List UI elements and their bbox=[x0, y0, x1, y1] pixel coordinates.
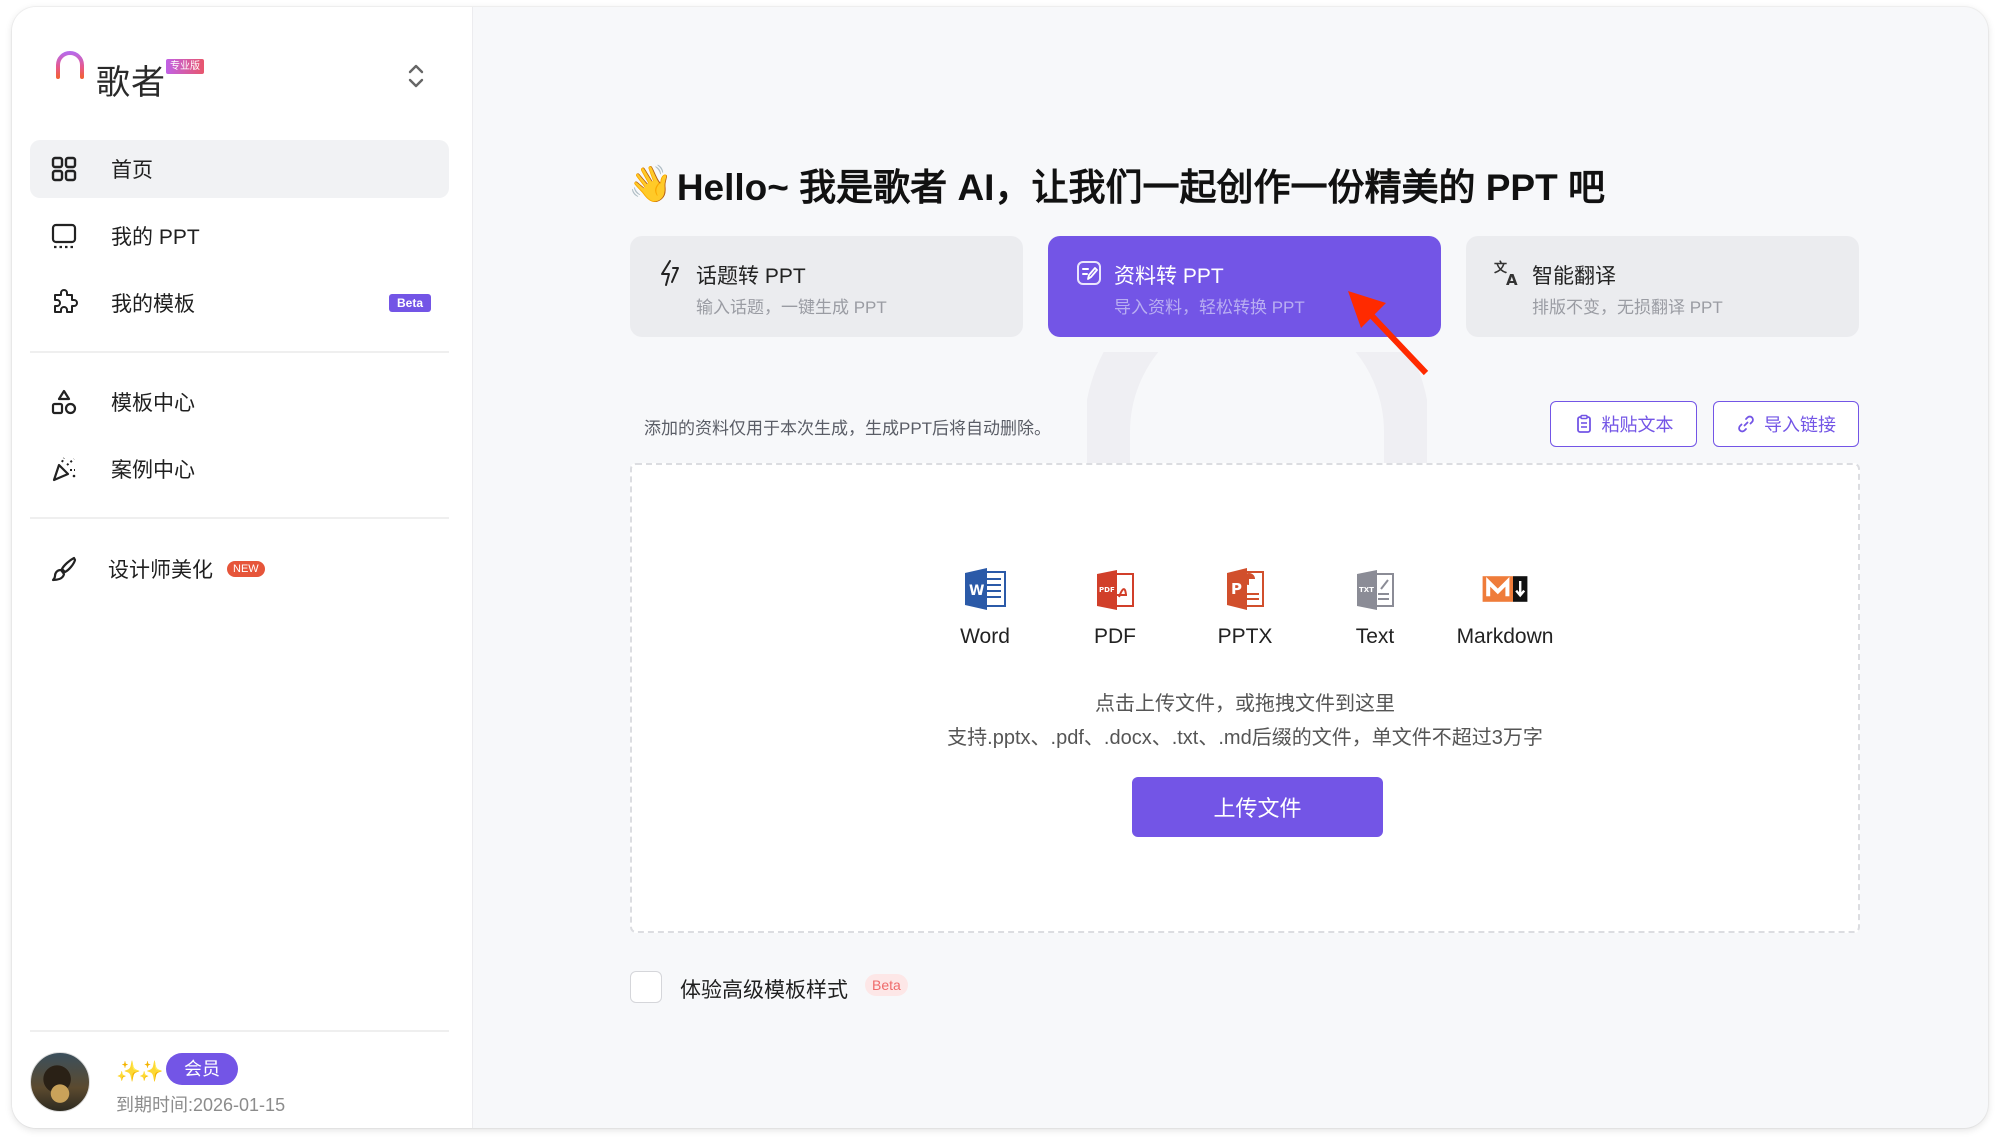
waving-hand-icon: 👋 bbox=[628, 163, 673, 204]
app-window: 歌者 专业版 首页 我的 PPT 我的模板 Beta 模板中心 案例中心 设计师… bbox=[12, 7, 1988, 1128]
svg-text:TXT: TXT bbox=[1359, 586, 1374, 594]
party-popper-icon bbox=[52, 457, 76, 482]
page-title: 👋 Hello~ 我是歌者 AI，让我们一起创作一份精美的 PPT 吧 bbox=[628, 157, 1605, 211]
mode-card-subtitle: 输入话题，一键生成 PPT bbox=[696, 298, 887, 317]
sidebar-item-my-templates[interactable]: 我的模板 Beta bbox=[30, 274, 449, 332]
pptx-file-icon: P bbox=[1227, 568, 1264, 610]
sidebar-item-my-ppt[interactable]: 我的 PPT bbox=[30, 207, 449, 265]
link-icon bbox=[1738, 415, 1754, 433]
lightning-icon bbox=[661, 260, 679, 286]
clipboard-icon bbox=[1576, 414, 1591, 433]
membership-badge[interactable]: 会员 bbox=[166, 1053, 238, 1085]
page-title-text: Hello~ 我是歌者 AI，让我们一起创作一份精美的 PPT 吧 bbox=[676, 167, 1605, 208]
sidebar: 歌者 专业版 首页 我的 PPT 我的模板 Beta 模板中心 案例中心 设计师… bbox=[12, 7, 473, 1128]
logo-mark-icon bbox=[50, 51, 90, 101]
sidebar-item-label: 我的 PPT bbox=[111, 226, 200, 249]
mode-card-subtitle: 排版不变，无损翻译 PPT bbox=[1532, 298, 1723, 317]
file-dropzone[interactable]: W Word PDF PDF P PPTX TXT Text Markdown … bbox=[630, 463, 1860, 933]
svg-text:PDF: PDF bbox=[1099, 586, 1115, 594]
svg-text:W: W bbox=[969, 583, 984, 599]
new-badge: NEW bbox=[227, 561, 265, 577]
user-profile[interactable]: ✨✨ 会员 到期时间:2026-01-15 bbox=[30, 1047, 460, 1117]
sparkles-icon: ✨✨ bbox=[116, 1061, 164, 1083]
sidebar-divider bbox=[30, 1030, 449, 1032]
upload-file-button[interactable]: 上传文件 bbox=[1132, 777, 1383, 837]
mode-card-topic-to-ppt[interactable]: 话题转 PPT 输入话题，一键生成 PPT bbox=[630, 236, 1023, 337]
word-file-icon: W bbox=[965, 568, 1006, 610]
advanced-template-label[interactable]: 体验高级模板样式 bbox=[680, 974, 848, 1004]
avatar[interactable] bbox=[30, 1052, 90, 1112]
sidebar-item-label: 设计师美化 bbox=[108, 559, 213, 582]
format-label: Text bbox=[1355, 625, 1395, 648]
sidebar-item-home[interactable]: 首页 bbox=[30, 140, 449, 198]
sidebar-item-label: 模板中心 bbox=[111, 392, 195, 415]
dropzone-hint: 点击上传文件，或拖拽文件到这里 bbox=[1095, 693, 1395, 715]
text-file-icon: TXT bbox=[1357, 570, 1394, 610]
mode-card-title: 智能翻译 bbox=[1532, 265, 1616, 288]
format-label: PDF bbox=[1094, 625, 1136, 648]
puzzle-icon bbox=[54, 289, 78, 313]
sidebar-item-case-center[interactable]: 案例中心 bbox=[30, 440, 449, 498]
sidebar-divider bbox=[30, 351, 449, 353]
import-link-button[interactable]: 导入链接 bbox=[1713, 401, 1859, 447]
brush-icon bbox=[51, 556, 77, 582]
format-pptx: P PPTX bbox=[1180, 565, 1310, 649]
sidebar-item-label: 我的模板 bbox=[111, 293, 195, 316]
document-edit-icon bbox=[1077, 261, 1101, 285]
sidebar-item-label: 首页 bbox=[111, 159, 153, 182]
mode-card-title: 资料转 PPT bbox=[1114, 265, 1224, 288]
svg-text:P: P bbox=[1231, 580, 1242, 598]
presentation-icon bbox=[51, 223, 77, 249]
format-text: TXT Text bbox=[1310, 565, 1440, 649]
grid-icon bbox=[51, 156, 77, 182]
markdown-file-icon bbox=[1482, 576, 1528, 602]
shapes-icon bbox=[51, 389, 77, 415]
supported-formats: W Word PDF PDF P PPTX TXT Text Markdown bbox=[632, 565, 1858, 649]
sidebar-divider bbox=[30, 517, 449, 519]
sidebar-item-designer-beautify[interactable]: 设计师美化 NEW bbox=[30, 540, 449, 598]
mode-card-title: 话题转 PPT bbox=[696, 265, 806, 288]
beta-badge: Beta bbox=[865, 974, 908, 996]
mode-card-subtitle: 导入资料，轻松转换 PPT bbox=[1114, 298, 1305, 317]
mode-card-document-to-ppt[interactable]: 资料转 PPT 导入资料，轻松转换 PPT bbox=[1048, 236, 1441, 337]
paste-text-label: 粘贴文本 bbox=[1601, 415, 1674, 435]
format-pdf: PDF PDF bbox=[1050, 565, 1180, 649]
svg-text:A: A bbox=[1506, 271, 1518, 288]
pdf-file-icon: PDF bbox=[1097, 570, 1134, 610]
translate-icon: 文 A bbox=[1494, 260, 1518, 288]
advanced-template-checkbox[interactable] bbox=[630, 971, 662, 1003]
format-label: PPTX bbox=[1217, 625, 1273, 648]
import-link-label: 导入链接 bbox=[1764, 415, 1836, 435]
paste-text-button[interactable]: 粘贴文本 bbox=[1550, 401, 1697, 447]
sidebar-item-label: 案例中心 bbox=[111, 459, 195, 482]
format-markdown: Markdown bbox=[1440, 565, 1570, 649]
sidebar-item-template-center[interactable]: 模板中心 bbox=[30, 373, 449, 431]
format-word: W Word bbox=[920, 565, 1050, 649]
format-label: Word bbox=[960, 625, 1010, 648]
workspace-switcher[interactable] bbox=[404, 61, 428, 91]
format-label: Markdown bbox=[1456, 625, 1554, 648]
brand-logo[interactable]: 歌者 专业版 bbox=[48, 47, 204, 107]
edition-badge: 专业版 bbox=[166, 59, 204, 74]
dropzone-supported-types: 支持.pptx、.pdf、.docx、.txt、.md后缀的文件，单文件不超过3… bbox=[947, 727, 1543, 749]
beta-badge: Beta bbox=[388, 294, 431, 312]
membership-expiry: 到期时间:2026-01-15 bbox=[116, 1095, 286, 1115]
mode-card-smart-translate[interactable]: 文 A 智能翻译 排版不变，无损翻译 PPT bbox=[1466, 236, 1859, 337]
privacy-notice: 添加的资料仅用于本次生成，生成PPT后将自动删除。 bbox=[644, 419, 1052, 438]
brand-name: 歌者 bbox=[96, 64, 166, 102]
chevron-up-down-icon bbox=[408, 64, 424, 88]
